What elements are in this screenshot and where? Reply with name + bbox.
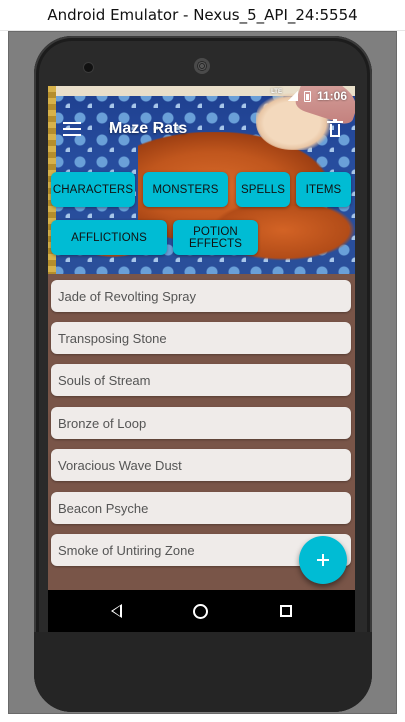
- hamburger-menu-icon[interactable]: [63, 122, 81, 136]
- list-item[interactable]: Bronze of Loop: [51, 407, 351, 439]
- list-item[interactable]: Souls of Stream: [51, 364, 351, 396]
- status-time: 11:06: [316, 89, 347, 103]
- items-button[interactable]: ITEMS: [296, 172, 351, 207]
- signal-icon: [287, 91, 298, 101]
- list-item[interactable]: Transposing Stone: [51, 322, 351, 354]
- characters-button[interactable]: CHARACTERS: [51, 172, 135, 207]
- speaker-icon: [194, 58, 210, 74]
- afflictions-button[interactable]: AFFLICTIONS: [51, 220, 167, 255]
- device-screen: LTE 11:06 Maze Rats CHARACTERS MONSTERS …: [48, 86, 355, 632]
- back-triangle-icon[interactable]: [111, 604, 122, 618]
- spells-button[interactable]: SPELLS: [236, 172, 290, 207]
- phone-chin: [34, 632, 372, 712]
- status-bar: LTE 11:06: [48, 86, 355, 106]
- app-toolbar: Maze Rats: [48, 106, 355, 152]
- potion-effects-button[interactable]: POTION EFFECTS: [173, 220, 258, 255]
- android-nav-bar: [48, 590, 355, 632]
- monsters-button[interactable]: MONSTERS: [143, 172, 228, 207]
- add-button[interactable]: [299, 536, 347, 584]
- list-item[interactable]: Voracious Wave Dust: [51, 449, 351, 481]
- window-title: Android Emulator - Nexus_5_API_24:5554: [0, 0, 405, 31]
- battery-icon: [303, 90, 311, 102]
- trash-icon[interactable]: [327, 119, 343, 137]
- recents-square-icon[interactable]: [280, 605, 292, 617]
- app-title: Maze Rats: [109, 120, 188, 137]
- front-camera-icon: [84, 63, 93, 72]
- list-item[interactable]: Beacon Psyche: [51, 492, 351, 524]
- lte-icon: LTE: [271, 89, 282, 95]
- plus-icon: [317, 554, 329, 566]
- home-circle-icon[interactable]: [193, 604, 208, 619]
- list-item[interactable]: Jade of Revolting Spray: [51, 280, 351, 312]
